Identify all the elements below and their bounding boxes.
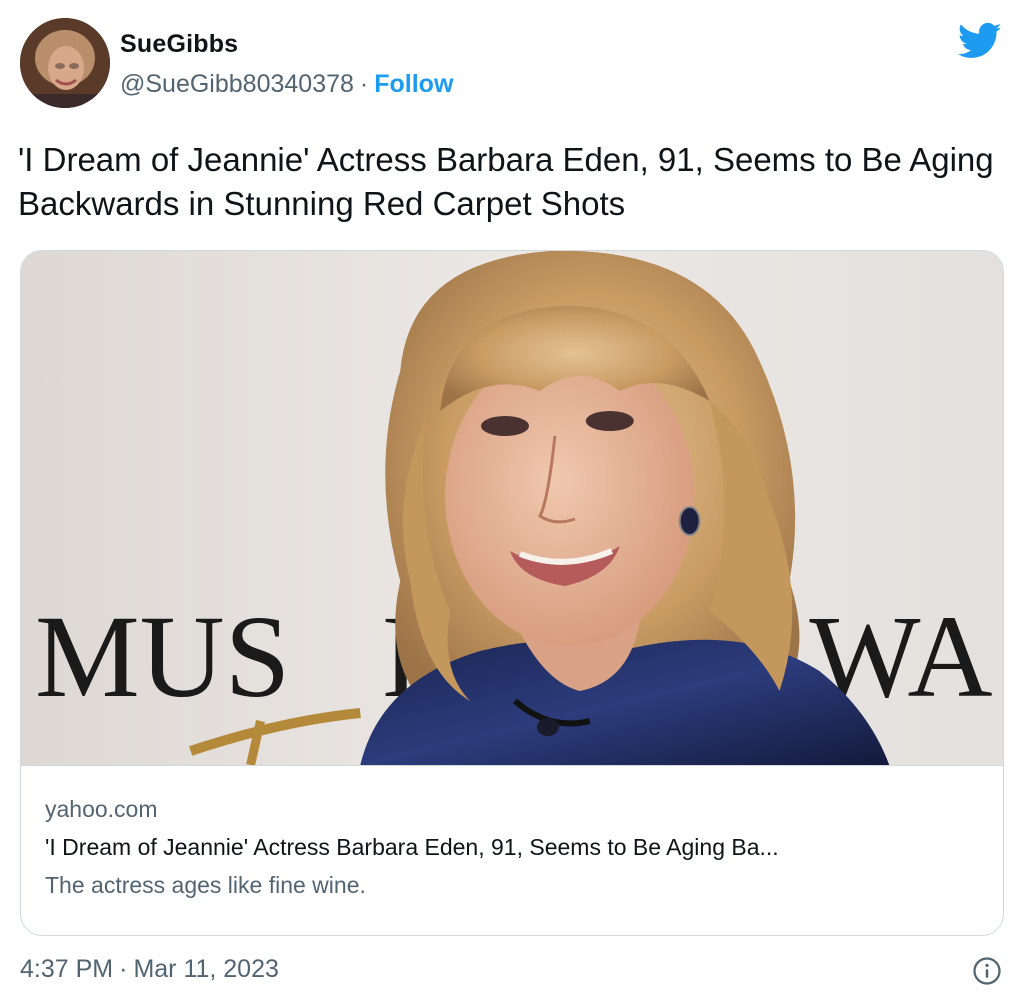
article-photo: MUS E WA <box>21 251 1003 765</box>
info-icon[interactable] <box>972 956 1002 986</box>
tweet-timestamp[interactable]: 4:37 PM · Mar 11, 2023 <box>20 955 279 984</box>
separator-dot: · <box>359 70 369 98</box>
backdrop-text-left: MUS <box>35 592 290 722</box>
user-handle[interactable]: @SueGibb80340378 <box>120 70 354 98</box>
separator-dot: · <box>119 955 128 983</box>
tweet-date: Mar 11, 2023 <box>133 955 279 983</box>
user-display-name[interactable]: SueGibbs <box>120 30 238 59</box>
card-domain: yahoo.com <box>45 796 158 822</box>
follow-button[interactable]: Follow <box>374 70 453 98</box>
tweet-embed: SueGibbs @SueGibb80340378 · Follow 'I Drea… <box>0 0 1024 1004</box>
tweet-time: 4:37 PM <box>20 955 114 983</box>
user-handle-row: @SueGibb80340378 · Follow <box>120 70 453 99</box>
tweet-text: 'I Dream of Jeannie' Actress Barbara Ede… <box>18 141 994 222</box>
card-title: 'I Dream of Jeannie' Actress Barbara Ede… <box>45 834 779 860</box>
link-preview-card[interactable]: MUS E WA <box>20 250 1004 936</box>
card-description: The actress ages like fine wine. <box>45 872 366 898</box>
user-avatar[interactable] <box>20 18 110 108</box>
card-image[interactable]: MUS E WA <box>21 251 1003 765</box>
avatar-image <box>20 18 110 108</box>
card-meta: yahoo.com 'I Dream of Jeannie' Actress B… <box>21 765 1003 935</box>
twitter-bird-icon[interactable] <box>958 22 1002 60</box>
